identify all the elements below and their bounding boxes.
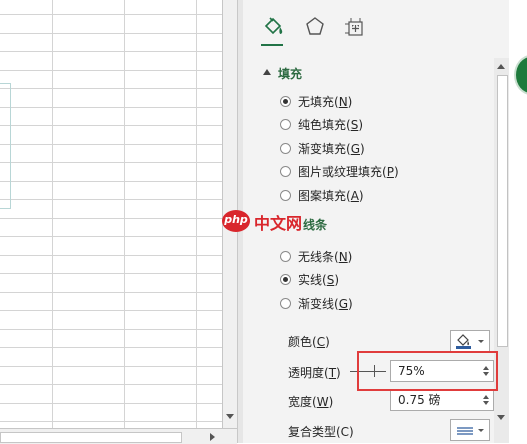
sheet-horizontal-scrollbar[interactable] (0, 428, 237, 444)
radio-button[interactable] (280, 166, 291, 177)
radio-label: 无线条(N) (298, 249, 353, 264)
pane-tab-bar (243, 0, 527, 54)
collapse-triangle-icon[interactable] (263, 69, 271, 75)
grid-row-line (0, 384, 222, 385)
grid-row-line (0, 273, 222, 274)
radio-option[interactable]: 图案填充(A) (280, 186, 364, 204)
radio-option[interactable]: 无填充(N) (280, 92, 352, 110)
radio-label: 渐变填充(G) (298, 141, 365, 156)
radio-button[interactable] (280, 189, 291, 201)
watermark-text: 中文网 (254, 214, 303, 233)
radio-button[interactable] (280, 142, 291, 154)
grid-row-line (0, 347, 222, 348)
scroll-down-arrow-icon[interactable] (226, 414, 234, 419)
grid-column-line (196, 0, 197, 428)
grid-row-line (0, 236, 222, 237)
watermark-logo: php 中文网 (222, 208, 308, 234)
radio-label: 图片或纹理填充(P) (298, 165, 399, 179)
width-spinner[interactable]: 0.75 磅 (390, 389, 494, 411)
grid-row-line (0, 181, 222, 182)
grid-row-line (0, 144, 222, 145)
spin-down-icon[interactable] (483, 401, 489, 405)
grid-row-line (0, 125, 222, 126)
grid-column-line (124, 0, 125, 428)
color-label: 颜色(C) (288, 335, 330, 349)
worksheet-grid[interactable] (0, 0, 222, 428)
selection-outline (0, 83, 11, 209)
radio-option[interactable]: 渐变线(G) (280, 294, 353, 312)
paint-bucket-icon (457, 334, 469, 346)
radio-label: 渐变线(G) (298, 296, 353, 311)
radio-label: 无填充(N) (298, 94, 353, 109)
outline-color-button[interactable] (450, 330, 490, 352)
grid-row-line (0, 421, 222, 422)
radio-option[interactable]: 实线(S) (280, 271, 339, 289)
scroll-up-arrow-icon[interactable] (497, 64, 505, 69)
radio-label: 实线(S) (298, 273, 339, 287)
radio-label: 纯色填充(S) (298, 118, 363, 132)
sheet-tab-area[interactable] (0, 432, 182, 443)
grid-row-line (0, 218, 222, 219)
grid-row-line (0, 255, 222, 256)
radio-button[interactable] (280, 250, 291, 262)
grid-row-line (0, 329, 222, 330)
grid-row-line (0, 51, 222, 52)
compound-type-button[interactable] (450, 419, 490, 441)
grid-row-line (0, 70, 222, 71)
watermark-logo-text: php (224, 213, 248, 226)
grid-row-line (0, 107, 222, 108)
grid-row-line (0, 14, 222, 15)
radio-option[interactable]: 无线条(N) (280, 247, 352, 265)
scroll-down-arrow-icon[interactable] (497, 415, 505, 420)
radio-button[interactable] (280, 274, 291, 285)
radio-button[interactable] (280, 95, 291, 107)
radio-button[interactable] (280, 119, 291, 130)
radio-option[interactable]: 纯色填充(S) (280, 116, 363, 134)
pane-scroll-thumb[interactable] (497, 75, 508, 347)
grid-row-line (0, 162, 222, 163)
radio-option[interactable]: 渐变填充(G) (280, 139, 365, 157)
radio-option[interactable]: 图片或纹理填充(P) (280, 163, 399, 181)
grid-row-line (0, 292, 222, 293)
spin-up-icon[interactable] (483, 395, 489, 399)
width-label: 宽度(W) (288, 395, 334, 409)
scroll-right-arrow-icon[interactable] (210, 433, 215, 441)
grid-column-line (52, 0, 53, 428)
grid-row-line (0, 366, 222, 367)
transparency-highlight-box (357, 351, 498, 391)
transparency-label: 透明度(T) (288, 366, 341, 380)
active-tab-indicator (261, 44, 283, 46)
grid-row-line (0, 199, 222, 200)
radio-label: 图案填充(A) (298, 188, 364, 203)
effects-icon[interactable] (300, 12, 330, 42)
compound-type-label: 复合类型(C) (288, 425, 354, 439)
radio-button[interactable] (280, 297, 291, 309)
grid-row-line (0, 88, 222, 89)
fill-section-title[interactable]: 填充 (278, 65, 302, 82)
fill-line-icon[interactable] (259, 12, 289, 42)
grid-row-line (0, 33, 222, 34)
width-value[interactable]: 0.75 磅 (398, 393, 441, 407)
grid-row-line (0, 403, 222, 404)
lines-icon (457, 427, 473, 435)
grid-row-line (0, 310, 222, 311)
size-properties-icon[interactable] (340, 12, 370, 42)
